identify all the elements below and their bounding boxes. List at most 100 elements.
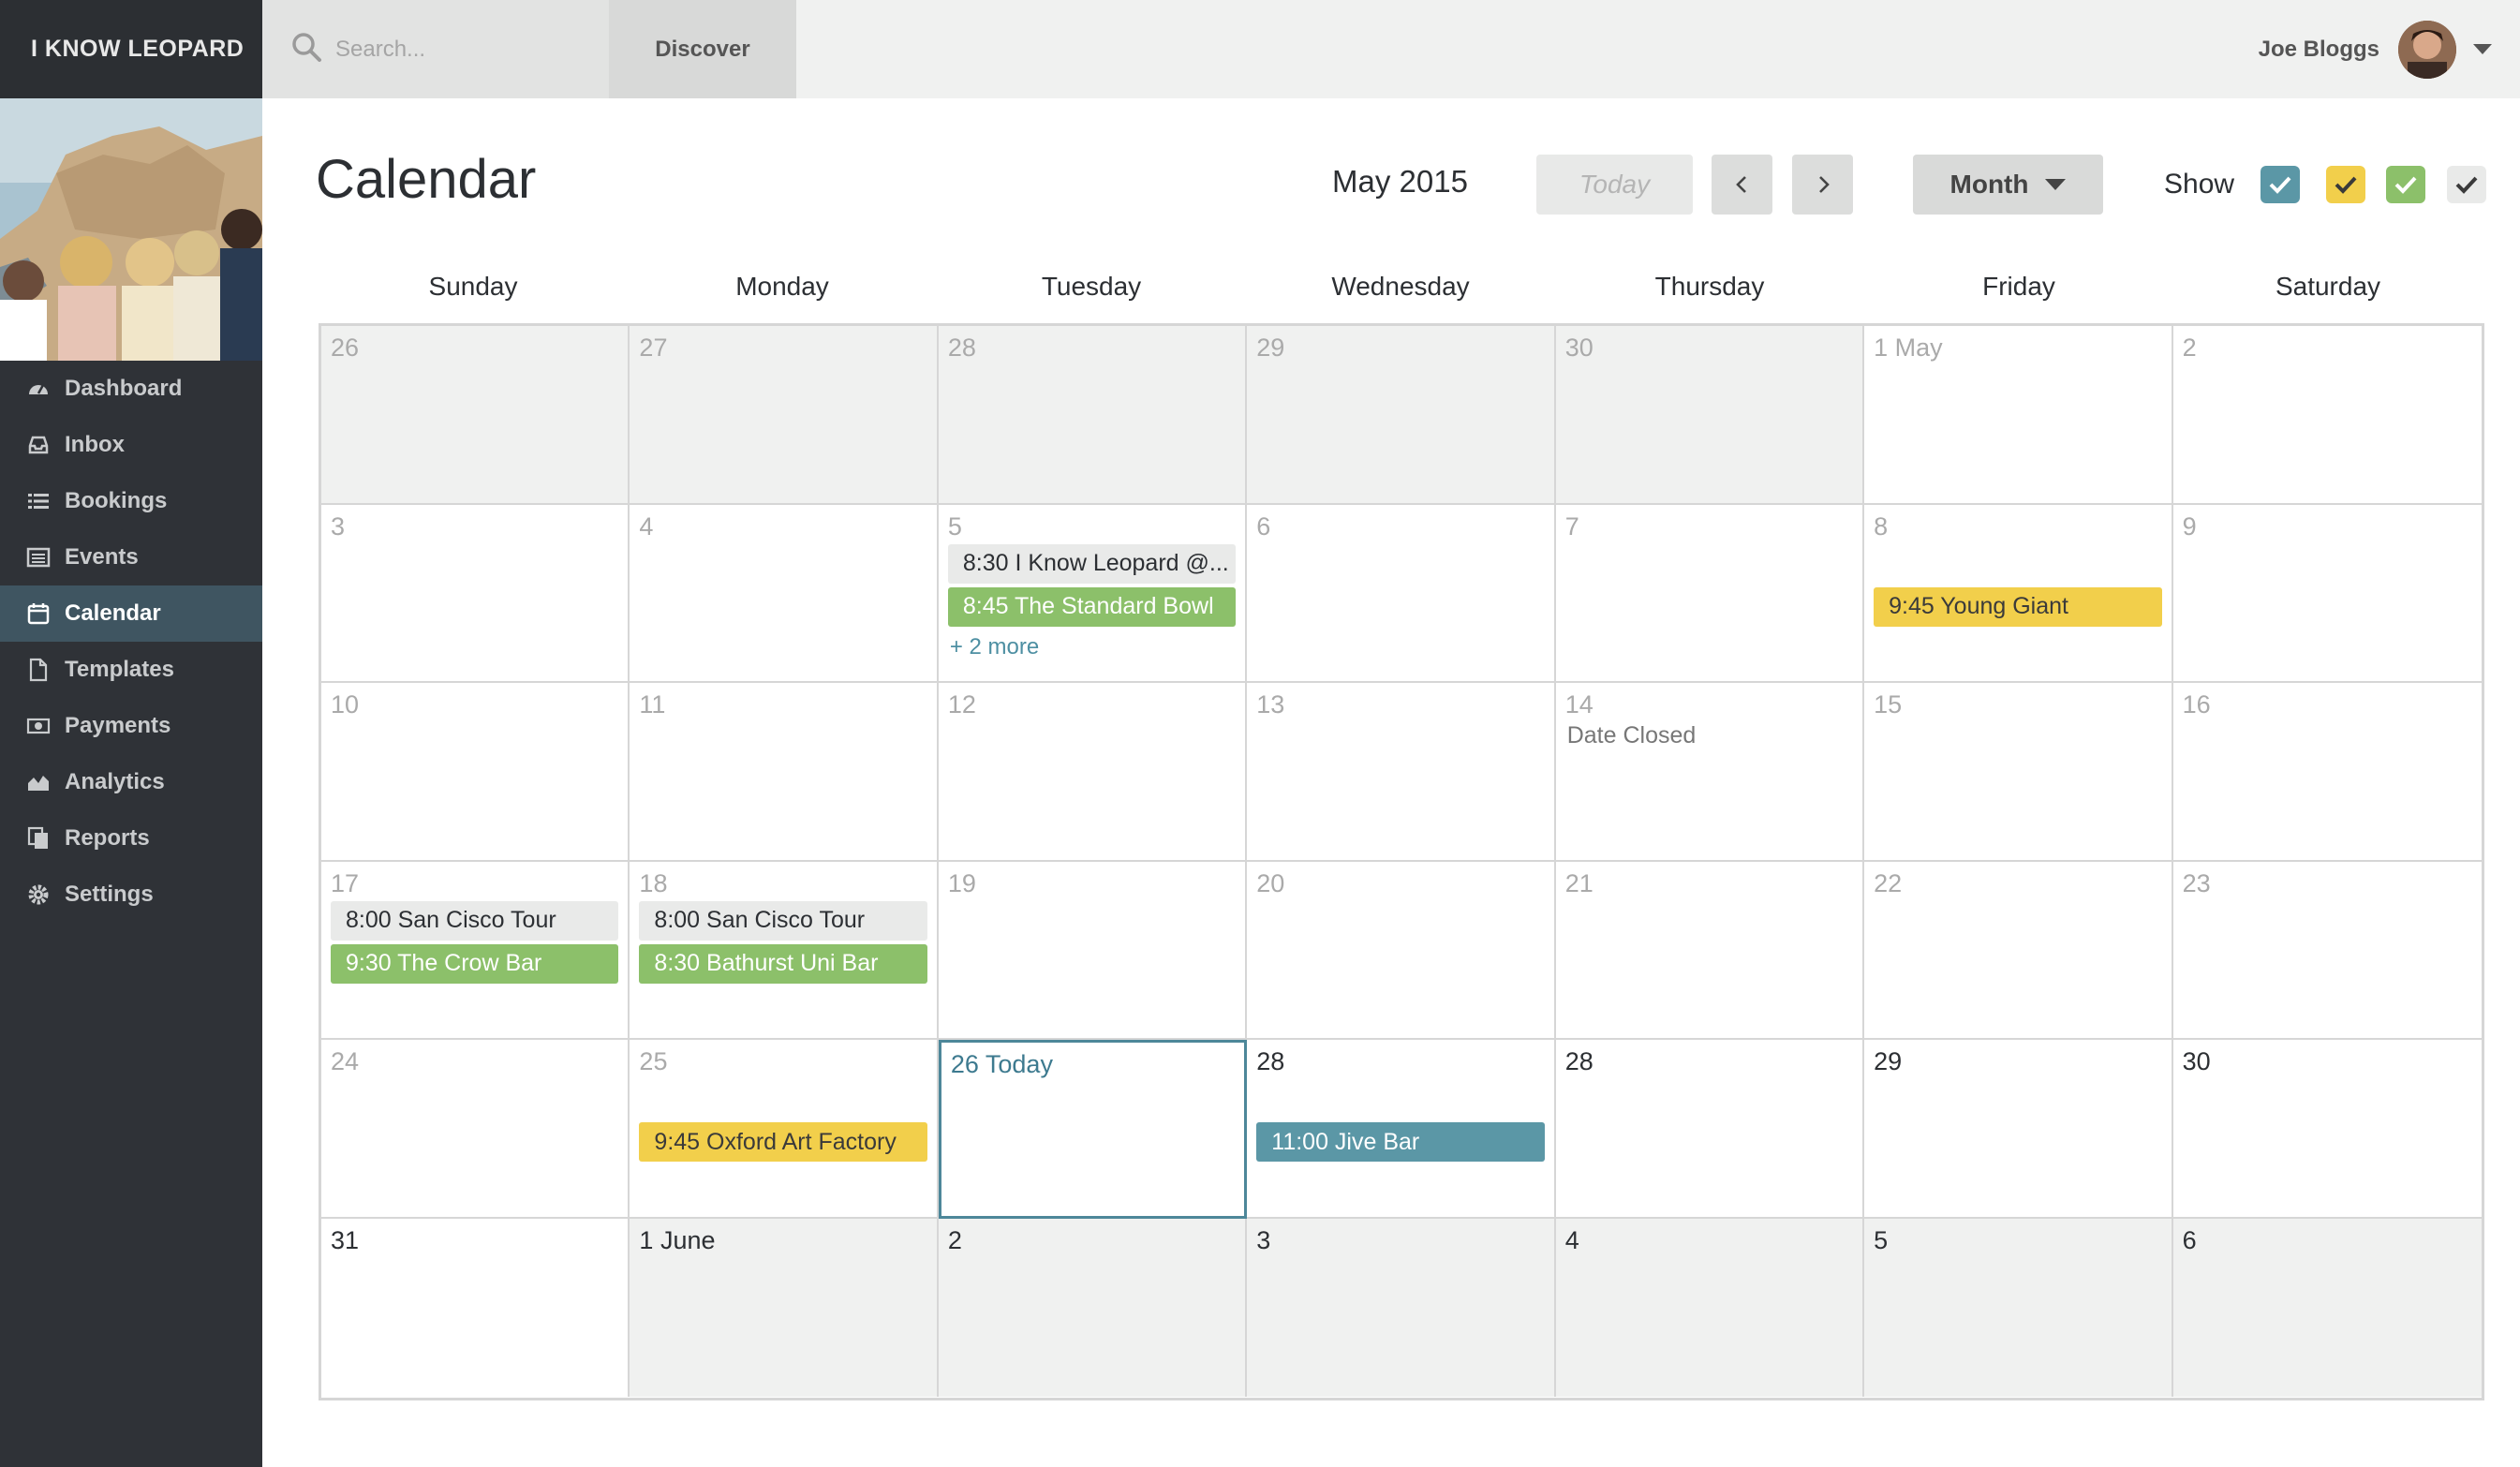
calendar-event[interactable]: 11:00 Jive Bar (1256, 1122, 1545, 1162)
calendar-day-cell[interactable]: 28 (938, 326, 1248, 505)
calendar-day-cell[interactable]: 3 (321, 504, 630, 683)
user-name[interactable]: Joe Bloggs (2259, 37, 2379, 63)
calendar-day-cell[interactable]: 4 (630, 504, 939, 683)
weekday-header: Friday (1982, 272, 2055, 301)
caret-down-icon (2045, 179, 2067, 190)
calendar-day-cell[interactable]: 29 (1864, 1040, 2173, 1219)
calendar-day-cell[interactable]: 26 (321, 326, 630, 505)
sidebar-item-inbox[interactable]: Inbox (0, 417, 262, 473)
calendar-day-cell[interactable]: 15 (1864, 683, 2173, 862)
user-menu[interactable]: Joe Bloggs (2259, 0, 2492, 98)
day-number: 6 (2182, 1225, 2197, 1254)
sidebar-item-events[interactable]: Events (0, 529, 262, 585)
sidebar-item-settings[interactable]: Settings (0, 867, 262, 923)
calendar-day-cell[interactable]: 9 (2172, 504, 2482, 683)
check-icon (2455, 176, 2478, 194)
day-note: Date Closed (1566, 722, 1697, 748)
view-select-label: Month (1949, 170, 2029, 199)
next-month-button[interactable] (1792, 155, 1853, 215)
sidebar-item-bookings[interactable]: Bookings (0, 473, 262, 529)
more-events-link[interactable]: + 2 more (950, 634, 1039, 660)
day-number: 28 (1256, 1047, 1285, 1075)
calendar-day-cell[interactable]: 30 (1555, 326, 1865, 505)
day-number: 9 (2182, 511, 2197, 541)
today-button[interactable]: Today (1536, 155, 1693, 215)
calendar-day-cell[interactable]: 23 (2172, 861, 2482, 1040)
sidebar-item-templates[interactable]: Templates (0, 642, 262, 698)
sidebar-item-dashboard[interactable]: Dashboard (0, 361, 262, 417)
calendar-day-cell[interactable]: 11 (630, 683, 939, 862)
calendar-day-cell[interactable]: 7 (1555, 504, 1865, 683)
calendar-day-cell[interactable]: 4 (1555, 1218, 1865, 1397)
calendar-day-cell[interactable]: 28 11:00 Jive Bar (1247, 1040, 1556, 1219)
calendar-day-cell[interactable]: 6 (1247, 504, 1556, 683)
day-number: 7 (1564, 511, 1579, 541)
calendar-day-cell[interactable]: 29 (1247, 326, 1556, 505)
calendar-day-cell[interactable]: 22 (1864, 861, 2173, 1040)
calendar-day-cell[interactable]: 31 (321, 1218, 630, 1397)
calendar-day-cell[interactable]: 5 8:30 I Know Leopard @... 8:45 The Standa… (938, 504, 1248, 683)
calendar-day-cell[interactable]: 16 (2172, 683, 2482, 862)
day-number: 2 (2182, 333, 2197, 362)
calendar-day-cell[interactable]: 5 (1864, 1218, 2173, 1397)
sidebar-item-label: Inbox (65, 432, 125, 457)
day-number: 24 (331, 1047, 360, 1075)
reports-icon (25, 825, 52, 852)
calendar-event[interactable]: 8:30 I Know Leopard @... (947, 543, 1237, 584)
previous-month-button[interactable] (1712, 155, 1772, 215)
page-title: Calendar (316, 149, 537, 210)
filter-checkbox[interactable] (2261, 166, 2300, 203)
day-number: 4 (1564, 1225, 1579, 1254)
search-input[interactable] (335, 36, 579, 63)
calendar-event[interactable]: 8:45 The Standard Bowl (947, 586, 1237, 627)
search-box[interactable] (262, 0, 609, 98)
calendar-event[interactable]: 8:00 San Cisco Tour (639, 900, 927, 941)
calendar-day-cell[interactable]: 18 8:00 San Cisco Tour 8:30 Bathurst Uni B… (630, 861, 939, 1040)
calendar-day-cell[interactable]: 12 (938, 683, 1248, 862)
calendar-day-cell[interactable]: 24 (321, 1040, 630, 1219)
brand-logo[interactable]: I KNOW LEOPARD (0, 0, 262, 98)
calendar-event[interactable]: 8:30 Bathurst Uni Bar (639, 943, 927, 984)
discover-tab[interactable]: Discover (609, 0, 796, 98)
calendar-day-cell[interactable]: 25 9:45 Oxford Art Factory (630, 1040, 939, 1219)
calendar-day-cell[interactable]: 1 May (1864, 326, 2173, 505)
avatar[interactable] (2398, 20, 2456, 79)
sidebar-item-reports[interactable]: Reports (0, 810, 262, 867)
calendar-day-cell[interactable]: 17 8:00 San Cisco Tour 9:30 The Crow Bar (321, 861, 630, 1040)
calendar-day-cell[interactable]: 1 June (630, 1218, 939, 1397)
chevron-right-icon (1818, 176, 1830, 193)
day-number: 28 (947, 333, 976, 362)
calendar-day-cell[interactable]: 14 Date Closed (1555, 683, 1865, 862)
calendar-day-cell[interactable]: 28 (1555, 1040, 1865, 1219)
search-icon (290, 31, 322, 67)
calendar-day-cell[interactable]: 3 (1247, 1218, 1556, 1397)
calendar-day-cell[interactable]: 26 Today (938, 1040, 1248, 1219)
sidebar-item-calendar[interactable]: Calendar (0, 585, 262, 642)
sidebar-item-analytics[interactable]: Analytics (0, 754, 262, 810)
calendar-day-cell[interactable]: 27 (630, 326, 939, 505)
calendar-event[interactable]: 9:30 The Crow Bar (331, 943, 619, 984)
calendar-event[interactable]: 8:00 San Cisco Tour (331, 900, 619, 941)
day-number: 22 (1874, 868, 1903, 897)
calendar-day-cell[interactable]: 8 9:45 Young Giant (1864, 504, 2173, 683)
filter-checkbox[interactable] (2447, 166, 2486, 203)
calendar-day-cell[interactable]: 2 (938, 1218, 1248, 1397)
calendar-event[interactable]: 9:45 Young Giant (1874, 586, 2162, 627)
chevron-down-icon[interactable] (2473, 44, 2492, 54)
calendar-day-cell[interactable]: 21 (1555, 861, 1865, 1040)
calendar-event[interactable]: 9:45 Oxford Art Factory (639, 1122, 927, 1162)
view-select-button[interactable]: Month (1913, 155, 2103, 215)
calendar-day-cell[interactable]: 6 (2172, 1218, 2482, 1397)
day-number: 29 (1256, 333, 1285, 362)
calendar-day-cell[interactable]: 30 (2172, 1040, 2482, 1219)
calendar-day-cell[interactable]: 19 (938, 861, 1248, 1040)
day-number: 28 (1564, 1047, 1594, 1075)
day-number: 1 May (1874, 333, 1943, 362)
calendar-day-cell[interactable]: 2 (2172, 326, 2482, 505)
calendar-day-cell[interactable]: 13 (1247, 683, 1556, 862)
sidebar-item-payments[interactable]: Payments (0, 698, 262, 754)
calendar-day-cell[interactable]: 10 (321, 683, 630, 862)
filter-checkbox[interactable] (2386, 166, 2425, 203)
filter-checkbox[interactable] (2326, 166, 2365, 203)
calendar-day-cell[interactable]: 20 (1247, 861, 1556, 1040)
